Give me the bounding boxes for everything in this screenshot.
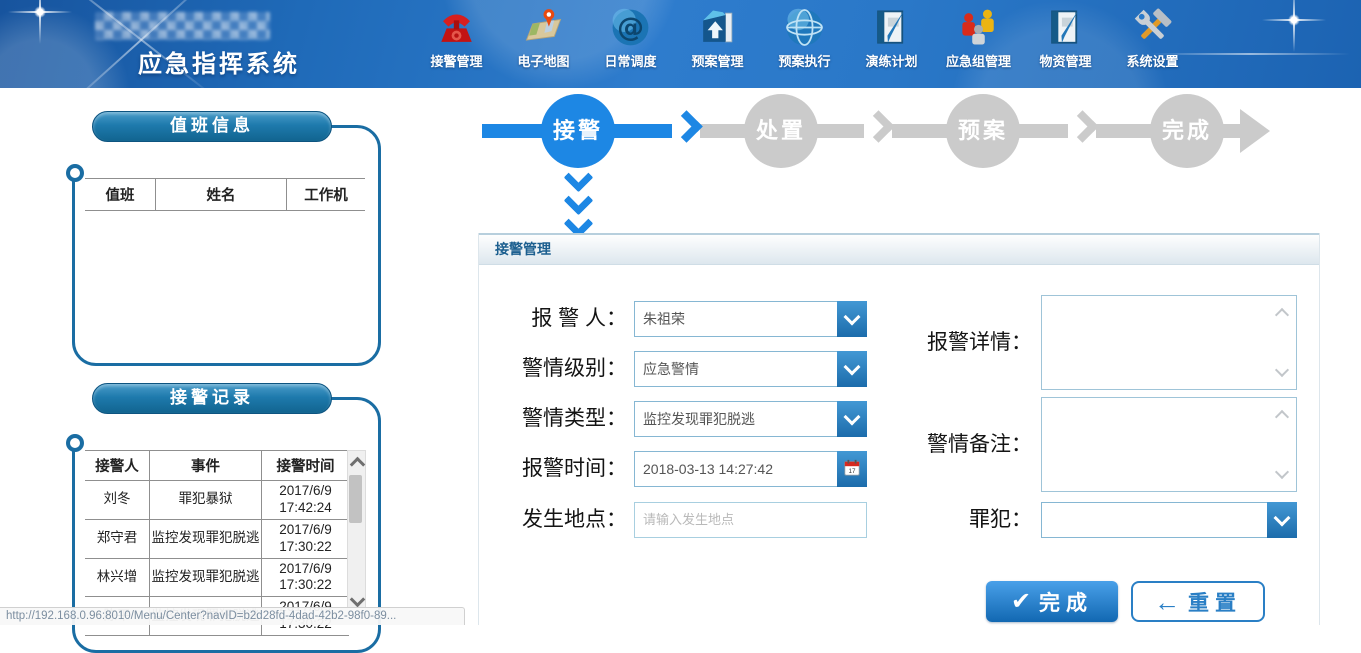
level-label: 警情级别： bbox=[479, 351, 627, 387]
plan-manage-icon bbox=[696, 6, 739, 49]
records-header-row: 接警人 事件 接警时间 bbox=[85, 451, 349, 481]
chevron-right-icon bbox=[1066, 110, 1099, 143]
records-panel-title: 接警记录 bbox=[92, 383, 332, 414]
detail-label: 报警详情： bbox=[819, 295, 1032, 390]
note-textarea[interactable] bbox=[1041, 397, 1297, 492]
nav-label: 物资管理 bbox=[1039, 51, 1091, 70]
time-label: 报警时间： bbox=[479, 451, 627, 487]
nav-label: 接警管理 bbox=[430, 51, 482, 70]
note-label: 警情备注： bbox=[819, 397, 1032, 492]
cell-receiver: 刘冬 bbox=[85, 481, 150, 520]
finish-button[interactable]: ✔ 完成 bbox=[986, 581, 1118, 622]
duty-col-name: 姓名 bbox=[156, 179, 287, 211]
nav-label: 日常调度 bbox=[604, 51, 656, 70]
cell-time: 2017/6/9 17:30:22 bbox=[262, 519, 350, 558]
check-icon: ✔ bbox=[1011, 587, 1031, 616]
detail-textarea[interactable] bbox=[1041, 295, 1297, 390]
step-complete[interactable]: 完成 bbox=[1150, 94, 1224, 168]
nav-label: 系统设置 bbox=[1126, 51, 1178, 70]
nav-label: 预案执行 bbox=[778, 51, 830, 70]
app-title: 应急指挥系统 bbox=[138, 44, 300, 79]
materials-notebook-icon bbox=[1044, 6, 1087, 49]
nav-item-emergency-group[interactable]: 应急组管理 bbox=[935, 3, 1022, 70]
duty-table: 值班 姓名 工作机 bbox=[85, 178, 365, 211]
criminal-select[interactable] bbox=[1041, 502, 1297, 538]
sparkle-icon bbox=[1262, 0, 1326, 52]
sparkle-icon bbox=[8, 0, 72, 44]
alarm-form-panel: 接警管理 报 警 人： 朱祖荣 警情级别： 应急警情 警情类型： 监控发现罪犯脱… bbox=[478, 233, 1320, 625]
duty-col-phone: 工作机 bbox=[287, 179, 366, 211]
cell-event: 罪犯暴狱 bbox=[150, 481, 262, 520]
nav-item-plan-execute[interactable]: 预案执行 bbox=[761, 3, 848, 70]
duty-header-row: 值班 姓名 工作机 bbox=[85, 179, 365, 211]
nav-item-daily-dispatch[interactable]: @ 日常调度 bbox=[587, 3, 674, 70]
at-icon: @ bbox=[609, 6, 652, 49]
duty-panel-frame bbox=[72, 125, 381, 366]
ring-decoration bbox=[66, 164, 84, 182]
drill-notebook-icon bbox=[870, 6, 913, 49]
duty-col-shift: 值班 bbox=[85, 179, 156, 211]
logo-redacted bbox=[95, 12, 270, 40]
scroll-thumb[interactable] bbox=[349, 475, 362, 523]
chevron-down-icon[interactable] bbox=[1267, 502, 1297, 538]
reset-button[interactable]: ← 重置 bbox=[1131, 581, 1265, 622]
group-cubes-icon bbox=[957, 6, 1000, 49]
finish-button-label: 完成 bbox=[1039, 587, 1093, 617]
reporter-label: 报 警 人： bbox=[479, 301, 627, 337]
table-row[interactable]: 林兴增 监控发现罪犯脱逃 2017/6/9 17:30:22 bbox=[85, 558, 349, 597]
tools-icon bbox=[1131, 6, 1174, 49]
scroll-up-icon[interactable] bbox=[350, 457, 366, 473]
criminal-label: 罪犯： bbox=[819, 502, 1032, 538]
records-col-receiver: 接警人 bbox=[85, 451, 150, 481]
main-nav: 接警管理 电子地图 @ 日常调度 bbox=[413, 3, 1196, 70]
cell-time: 2017/6/9 17:42:24 bbox=[262, 481, 350, 520]
chevron-right-icon bbox=[862, 110, 895, 143]
app-header: 应急指挥系统 接警管理 电子地图 bbox=[0, 0, 1361, 88]
nav-item-system-settings[interactable]: 系统设置 bbox=[1109, 3, 1196, 70]
map-icon bbox=[522, 6, 565, 49]
cell-receiver: 郑守君 bbox=[85, 519, 150, 558]
nav-label: 电子地图 bbox=[517, 51, 569, 70]
phone-icon bbox=[435, 6, 478, 49]
svg-text:@: @ bbox=[617, 12, 644, 43]
panel-title: 接警管理 bbox=[479, 233, 1319, 265]
nav-item-plan-manage[interactable]: 预案管理 bbox=[674, 3, 761, 70]
cell-receiver: 林兴增 bbox=[85, 558, 150, 597]
records-col-time: 接警时间 bbox=[262, 451, 350, 481]
location-label: 发生地点： bbox=[479, 502, 627, 538]
nav-item-alarm-manage[interactable]: 接警管理 bbox=[413, 3, 500, 70]
chevron-right-icon bbox=[670, 110, 703, 143]
cell-time: 2017/6/9 17:30:22 bbox=[262, 558, 350, 597]
table-row[interactable]: 郑守君 监控发现罪犯脱逃 2017/6/9 17:30:22 bbox=[85, 519, 349, 558]
step-dispose[interactable]: 处置 bbox=[744, 94, 818, 168]
cell-event: 监控发现罪犯脱逃 bbox=[150, 519, 262, 558]
arrow-left-icon: ← bbox=[1154, 589, 1180, 615]
nav-label: 演练计划 bbox=[865, 51, 917, 70]
nav-item-electronic-map[interactable]: 电子地图 bbox=[500, 3, 587, 70]
records-scrollbar[interactable] bbox=[347, 450, 366, 614]
nav-label: 预案管理 bbox=[691, 51, 743, 70]
nav-label: 应急组管理 bbox=[946, 51, 1011, 70]
globe-icon bbox=[783, 6, 826, 49]
records-col-event: 事件 bbox=[150, 451, 262, 481]
browser-status-bar: http://192.168.0.96:8010/Menu/Center?nav… bbox=[0, 607, 465, 625]
nav-item-drill-plan[interactable]: 演练计划 bbox=[848, 3, 935, 70]
step-end-arrow-icon bbox=[1240, 109, 1270, 153]
reset-button-label: 重置 bbox=[1188, 587, 1242, 617]
nav-item-materials-manage[interactable]: 物资管理 bbox=[1022, 3, 1109, 70]
table-row[interactable]: 刘冬 罪犯暴狱 2017/6/9 17:42:24 bbox=[85, 481, 349, 520]
ring-decoration bbox=[66, 434, 84, 452]
workflow-steps: 接警 处置 预案 完成 bbox=[478, 95, 1323, 240]
duty-panel-title: 值班信息 bbox=[92, 111, 332, 142]
step-plan[interactable]: 预案 bbox=[946, 94, 1020, 168]
scroll-down-icon[interactable] bbox=[350, 592, 366, 608]
cell-event: 监控发现罪犯脱逃 bbox=[150, 558, 262, 597]
step-alarm[interactable]: 接警 bbox=[541, 94, 615, 168]
type-label: 警情类型： bbox=[479, 401, 627, 437]
